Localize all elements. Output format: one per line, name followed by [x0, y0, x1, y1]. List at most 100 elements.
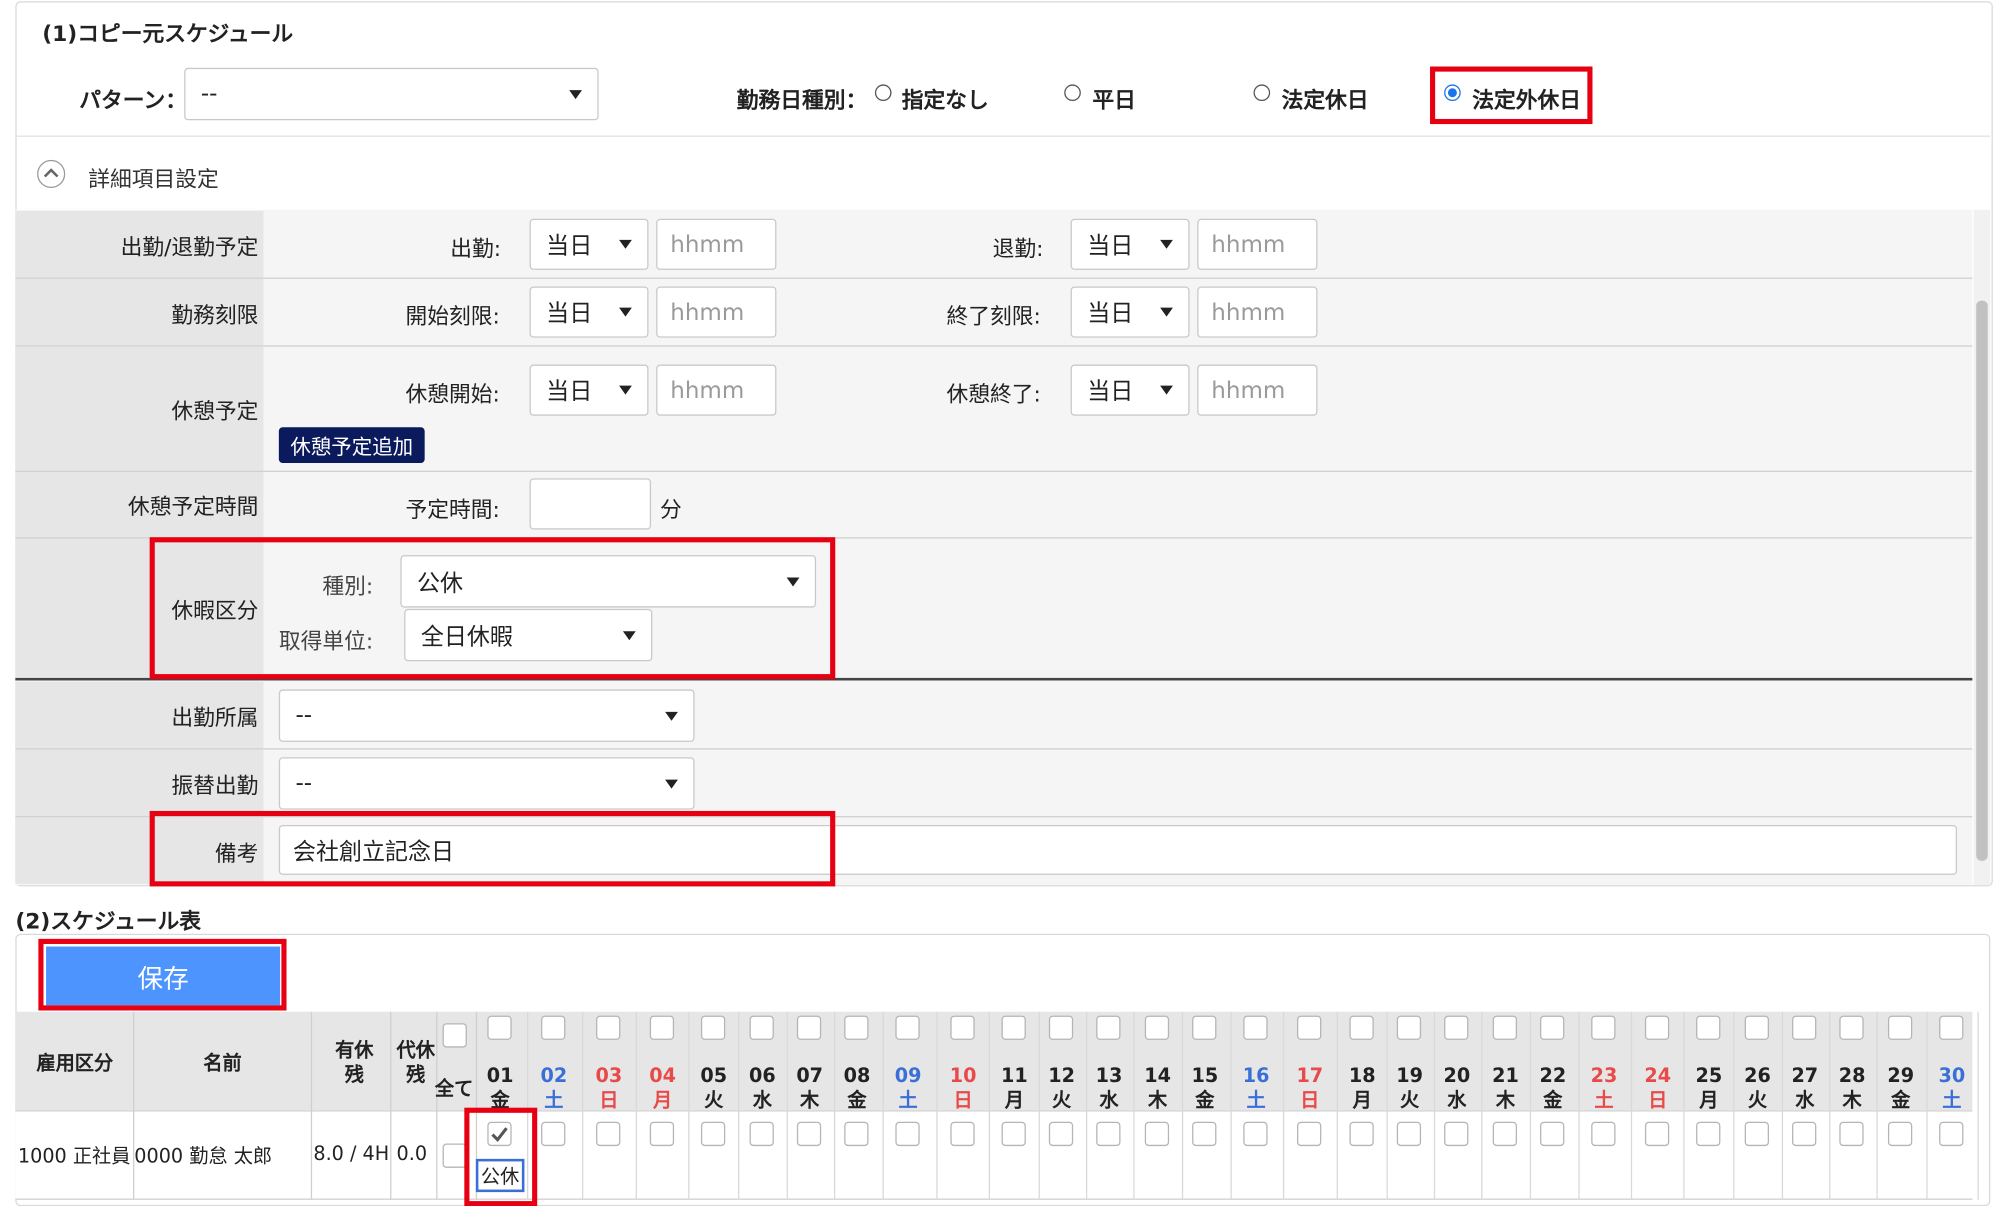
day-15-header-checkbox[interactable]: [1192, 1015, 1217, 1040]
day-20-cell-checkbox[interactable]: [1444, 1121, 1469, 1147]
radio-none[interactable]: [874, 84, 892, 102]
day-23-cell-checkbox[interactable]: [1591, 1121, 1616, 1147]
day-20-header-checkbox[interactable]: [1444, 1015, 1469, 1040]
day-11-cell-checkbox[interactable]: [1001, 1121, 1026, 1147]
day-19-cell-checkbox[interactable]: [1396, 1121, 1422, 1147]
select-all-checkbox[interactable]: [442, 1023, 467, 1048]
break-end-time-input[interactable]: hhmm: [1197, 364, 1318, 416]
day-16-weekday: 土: [1246, 1088, 1266, 1112]
day-07-cell-checkbox[interactable]: [796, 1121, 822, 1147]
day-07-header-checkbox[interactable]: [796, 1015, 822, 1040]
day-22-header-checkbox[interactable]: [1540, 1015, 1565, 1040]
day-18-header-checkbox[interactable]: [1349, 1015, 1374, 1040]
checkout-time-input[interactable]: hhmm: [1197, 218, 1318, 270]
day-14-header-checkbox[interactable]: [1144, 1015, 1170, 1040]
break-start-day-select[interactable]: 当日: [529, 364, 649, 416]
day-03-cell-checkbox[interactable]: [596, 1121, 621, 1147]
day-26-cell-checkbox[interactable]: [1744, 1121, 1769, 1147]
day-22-weekday: 金: [1543, 1088, 1563, 1112]
scrollbar-thumb[interactable]: [1976, 300, 1988, 861]
day-01-header-checkbox[interactable]: [487, 1015, 512, 1040]
day-30-header-checkbox[interactable]: [1939, 1015, 1964, 1040]
day-21-number: 21: [1492, 1064, 1519, 1088]
day-18-cell-checkbox[interactable]: [1349, 1121, 1374, 1147]
break-start-time-input[interactable]: hhmm: [656, 364, 777, 416]
day-28-header-checkbox[interactable]: [1839, 1015, 1864, 1040]
day-06-header-checkbox[interactable]: [749, 1015, 774, 1040]
row-label-limit: 勤務刻限: [15, 278, 264, 346]
day-12-cell-checkbox[interactable]: [1048, 1121, 1074, 1147]
column-divider: [1230, 1011, 1232, 1200]
day-16-header-checkbox[interactable]: [1243, 1015, 1268, 1040]
start-limit-day-value: 当日: [546, 300, 593, 328]
planned-time-input[interactable]: [529, 478, 652, 530]
day-03-header-checkbox[interactable]: [596, 1015, 621, 1040]
day-14-cell-checkbox[interactable]: [1144, 1121, 1170, 1147]
day-13-header-checkbox[interactable]: [1096, 1015, 1121, 1040]
day-16-cell-checkbox[interactable]: [1243, 1121, 1268, 1147]
day-13-cell-checkbox[interactable]: [1096, 1121, 1121, 1147]
day-08-header-checkbox[interactable]: [844, 1015, 869, 1040]
chevron-down-icon: [665, 778, 678, 788]
day-02-cell-checkbox[interactable]: [541, 1121, 566, 1147]
transfer-select[interactable]: --: [278, 757, 695, 810]
checkin-day-value: 当日: [546, 232, 593, 260]
day-25-cell-checkbox[interactable]: [1696, 1121, 1721, 1147]
day-29-cell-checkbox[interactable]: [1887, 1121, 1913, 1147]
day-27-header-checkbox[interactable]: [1792, 1015, 1817, 1040]
day-21-cell-checkbox[interactable]: [1492, 1121, 1518, 1147]
radio-weekday[interactable]: [1064, 84, 1081, 102]
day-04-weekday: 月: [652, 1088, 673, 1112]
day-06-cell-checkbox[interactable]: [749, 1121, 774, 1147]
collapse-toggle[interactable]: [37, 159, 66, 189]
start-limit-label: 開始刻限:: [405, 304, 500, 331]
day-02-header-checkbox[interactable]: [541, 1015, 566, 1040]
day-28-cell-checkbox[interactable]: [1839, 1121, 1864, 1147]
day-23-header-checkbox[interactable]: [1591, 1015, 1616, 1040]
chevron-up-icon: [43, 168, 59, 178]
day-21-header-checkbox[interactable]: [1492, 1015, 1518, 1040]
end-limit-time-input[interactable]: hhmm: [1197, 286, 1318, 338]
checkin-time-input[interactable]: hhmm: [656, 218, 777, 270]
day-17-cell-checkbox[interactable]: [1297, 1121, 1322, 1147]
day-30-weekday: 土: [1942, 1088, 1962, 1112]
end-limit-day-select[interactable]: 当日: [1070, 286, 1190, 338]
day-27-cell-checkbox[interactable]: [1792, 1121, 1817, 1147]
start-limit-time-input[interactable]: hhmm: [656, 286, 777, 338]
checkin-day-select[interactable]: 当日: [529, 218, 649, 270]
day-26-header-checkbox[interactable]: [1744, 1015, 1769, 1040]
day-09-header-checkbox[interactable]: [895, 1015, 920, 1040]
chevron-down-icon: [569, 89, 582, 99]
day-09-number: 09: [894, 1064, 922, 1088]
day-10-header-checkbox[interactable]: [950, 1015, 975, 1040]
radio-legal-holiday[interactable]: [1253, 84, 1271, 102]
day-15-cell-checkbox[interactable]: [1192, 1121, 1217, 1147]
day-10-cell-checkbox[interactable]: [950, 1121, 975, 1147]
day-09-cell-checkbox[interactable]: [895, 1121, 920, 1147]
start-limit-day-select[interactable]: 当日: [529, 286, 649, 338]
day-17-header-checkbox[interactable]: [1297, 1015, 1322, 1040]
day-05-header-checkbox[interactable]: [700, 1015, 726, 1040]
day-25-weekday: 月: [1699, 1088, 1719, 1112]
day-08-cell-checkbox[interactable]: [844, 1121, 869, 1147]
column-divider: [1683, 1011, 1685, 1200]
day-11-header-checkbox[interactable]: [1001, 1015, 1026, 1040]
day-04-header-checkbox[interactable]: [649, 1015, 675, 1040]
day-25-header-checkbox[interactable]: [1696, 1015, 1721, 1040]
day-05-cell-checkbox[interactable]: [700, 1121, 726, 1147]
day-12-header-checkbox[interactable]: [1048, 1015, 1074, 1040]
day-22-cell-checkbox[interactable]: [1540, 1121, 1565, 1147]
day-30-cell-checkbox[interactable]: [1939, 1121, 1964, 1147]
row-select-checkbox[interactable]: [442, 1143, 467, 1168]
day-19-header-checkbox[interactable]: [1396, 1015, 1422, 1040]
day-04-cell-checkbox[interactable]: [649, 1121, 675, 1147]
day-24-header-checkbox[interactable]: [1644, 1015, 1670, 1040]
day-29-header-checkbox[interactable]: [1887, 1015, 1913, 1040]
add-break-button[interactable]: 休憩予定追加: [278, 427, 425, 464]
dept-select[interactable]: --: [278, 689, 695, 742]
pattern-select[interactable]: --: [184, 67, 599, 121]
day-24-cell-checkbox[interactable]: [1644, 1121, 1670, 1147]
break-end-day-select[interactable]: 当日: [1070, 364, 1190, 416]
checkout-day-select[interactable]: 当日: [1070, 218, 1190, 270]
day-16-number: 16: [1242, 1064, 1270, 1088]
